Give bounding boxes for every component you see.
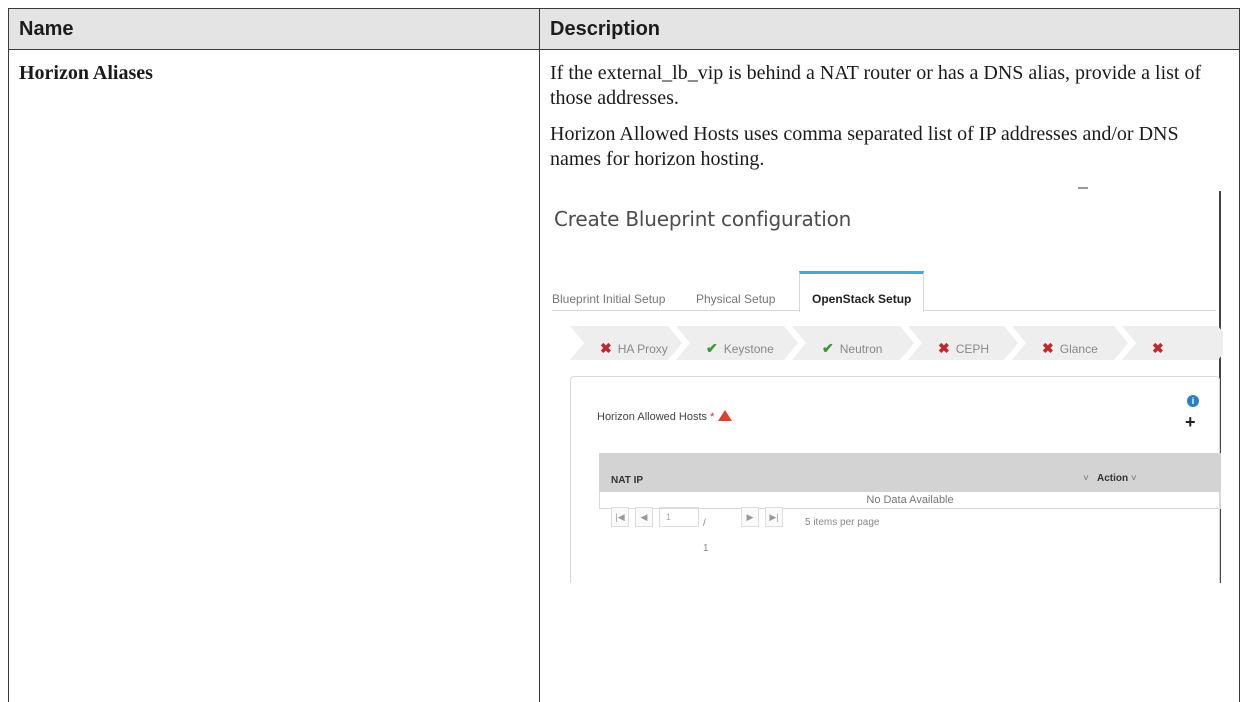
description-paragraph-2: Horizon Allowed Hosts uses comma separat… [550,123,1179,170]
table-header-row: Name Description [8,8,1240,50]
check-icon: ✔ [706,340,718,356]
check-icon: ✔ [822,340,834,356]
x-icon: ✖ [1152,340,1164,356]
x-icon: ✖ [600,340,612,356]
table-row: Horizon Aliases If the external_lb_vip i… [8,49,1240,702]
embedded-screenshot: Create Blueprint configuration Blueprint… [542,183,1223,583]
x-icon: ✖ [1042,340,1054,356]
parameter-table: Name Description Horizon Aliases If the … [8,8,1240,702]
step-label: Keystone [723,342,774,356]
description-paragraph-1: If the external_lb_vip is behind a NAT r… [550,62,1202,109]
step-label: HA Proxy [617,342,668,356]
page-total: / 1 [703,518,709,554]
step-glance[interactable]: ✖ Glance [1012,326,1128,360]
required-mark: * [710,411,715,423]
parameter-description: If the external_lb_vip is behind a NAT r… [539,49,1240,702]
x-icon: ✖ [938,340,950,356]
tab-bar: Blueprint Initial Setup Physical Setup O… [552,271,1216,312]
warning-icon [718,410,733,421]
next-page-icon[interactable]: ▶ [741,507,759,527]
chevron-down-icon: ˅ [1130,473,1137,484]
wizard-steps: ✖ HA Proxy ✔ Keystone ✔ Neutron ✖ CEPH ✖ Glan… [570,326,1223,360]
step-label: Neutron [839,342,883,356]
step-label: CEPH [955,342,990,356]
field-label: Horizon Allowed Hosts * [597,405,733,430]
column-action-label: Action [1097,473,1129,484]
step-neutron[interactable]: ✔ Neutron [792,326,914,360]
step-label: Glance [1059,342,1098,356]
page-input[interactable]: 1 [659,507,699,527]
hosts-grid: NAT IP ˅ Action ˅ No Data Available [599,453,1221,509]
field-label-text: Horizon Allowed Hosts [597,411,708,423]
column-action[interactable]: Action ˅ [1097,466,1137,491]
sort-icon[interactable]: ˅ [1083,466,1089,491]
prev-page-icon[interactable]: ◀ [635,507,653,527]
tab-blueprint-initial-setup[interactable]: Blueprint Initial Setup [552,271,665,311]
add-icon[interactable]: + [1185,413,1196,431]
last-page-icon[interactable]: ▶| [765,507,783,527]
tab-openstack-setup[interactable]: OpenStack Setup [799,271,925,312]
grid-header: NAT IP ˅ Action ˅ [599,453,1221,492]
step-ha-proxy[interactable]: ✖ HA Proxy [570,326,682,360]
items-per-page: 5 items per page [805,517,880,528]
first-page-icon[interactable]: |◀ [611,507,629,527]
parameter-name: Horizon Aliases [8,49,540,702]
divider [1078,187,1088,189]
page-title: Create Blueprint configuration [554,207,852,231]
column-nat-ip[interactable]: NAT IP [611,468,643,493]
step-next[interactable]: ✖ [1122,326,1223,360]
info-icon[interactable]: i [1187,395,1199,407]
horizon-panel: Horizon Allowed Hosts * i + NAT IP ˅ Act… [570,376,1221,583]
tab-physical-setup[interactable]: Physical Setup [696,271,775,311]
header-name: Name [8,8,540,50]
header-description: Description [539,8,1240,50]
step-ceph[interactable]: ✖ CEPH [908,326,1018,360]
step-keystone[interactable]: ✔ Keystone [676,326,798,360]
